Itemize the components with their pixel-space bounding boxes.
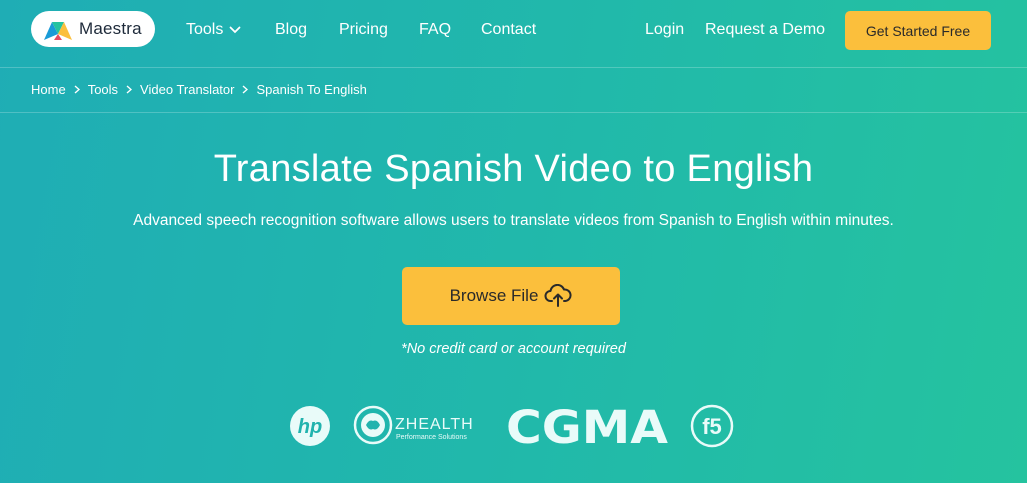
- nav-login[interactable]: Login: [645, 20, 684, 40]
- breadcrumb: Home Tools Video Translator Spanish To E…: [31, 82, 367, 97]
- zhealth-logo: ZHEALTH Performance Solutions: [353, 405, 474, 445]
- top-navigation: Maestra Tools Blog Pricing FAQ Contact L…: [0, 0, 1027, 66]
- nav-blog[interactable]: Blog: [275, 20, 307, 40]
- logo-text: Maestra: [79, 19, 142, 38]
- breadcrumb-divider: [0, 112, 1027, 113]
- page-subtitle: Advanced speech recognition software all…: [133, 212, 894, 229]
- browse-file-label: Browse File: [449, 286, 539, 305]
- nav-tools-label: Tools: [186, 21, 224, 38]
- breadcrumb-current: Spanish To English: [256, 82, 367, 97]
- hp-logo-text: hp: [298, 416, 322, 438]
- no-credit-card-note: *No credit card or account required: [401, 341, 626, 357]
- chevron-down-icon: [229, 26, 241, 34]
- nav-divider: [0, 67, 1027, 68]
- maestra-logo[interactable]: Maestra: [31, 11, 155, 47]
- chevron-right-icon: [243, 85, 249, 94]
- cgma-logo-text: CGMA: [506, 405, 668, 447]
- nav-faq[interactable]: FAQ: [419, 20, 451, 40]
- browse-file-button[interactable]: Browse File: [402, 267, 620, 325]
- maestra-logo-icon: [44, 22, 72, 40]
- chevron-right-icon: [126, 85, 133, 94]
- zhealth-name: ZHEALTH: [395, 416, 474, 433]
- nav-tools[interactable]: Tools: [186, 20, 241, 40]
- page-title: Translate Spanish Video to English: [213, 148, 814, 190]
- zhealth-tagline: Performance Solutions: [396, 434, 467, 441]
- nav-pricing[interactable]: Pricing: [339, 20, 388, 40]
- hp-logo: hp: [290, 406, 330, 446]
- get-started-button[interactable]: Get Started Free: [845, 11, 991, 50]
- nav-contact[interactable]: Contact: [481, 20, 536, 40]
- breadcrumb-home[interactable]: Home: [31, 82, 66, 97]
- breadcrumb-tools[interactable]: Tools: [88, 82, 118, 97]
- f5-logo: f5: [690, 404, 734, 448]
- breadcrumb-video-translator[interactable]: Video Translator: [140, 82, 234, 97]
- cgma-logo: CGMA: [506, 405, 668, 447]
- f5-logo-text: f5: [702, 414, 722, 439]
- cloud-upload-icon: [544, 284, 572, 307]
- chevron-right-icon: [74, 85, 80, 94]
- nav-request-demo[interactable]: Request a Demo: [705, 20, 825, 40]
